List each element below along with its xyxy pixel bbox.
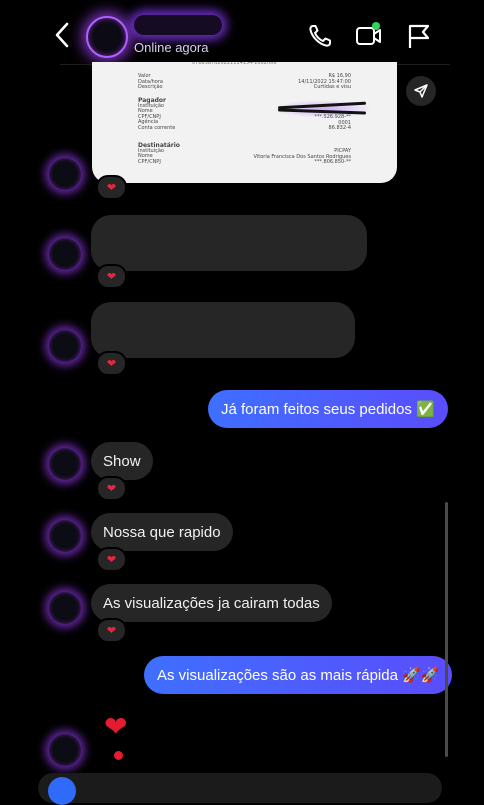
sender-avatar[interactable] bbox=[49, 734, 81, 766]
contact-name[interactable] bbox=[134, 15, 222, 35]
receipt-id: 07b83a7d20221114154-1662f6fe bbox=[192, 62, 277, 66]
chat-header: Online agora bbox=[0, 0, 484, 64]
media-message[interactable] bbox=[91, 302, 355, 358]
heart-reaction[interactable]: ❤ bbox=[96, 351, 127, 376]
heart-reaction[interactable]: ❤ bbox=[96, 618, 127, 643]
incoming-message[interactable]: As visualizações ja cairam todas bbox=[91, 584, 332, 622]
sender-avatar[interactable] bbox=[49, 238, 81, 270]
message-input[interactable] bbox=[38, 773, 442, 803]
outgoing-message[interactable]: Já foram feitos seus pedidos ✅ bbox=[208, 390, 448, 428]
scrollbar[interactable] bbox=[445, 502, 448, 757]
receipt-value: 86.832-4 bbox=[328, 125, 351, 132]
receipt-label: Descrição bbox=[138, 84, 163, 91]
share-button[interactable] bbox=[406, 76, 436, 106]
send-icon bbox=[414, 84, 428, 98]
online-status: Online agora bbox=[134, 40, 209, 55]
active-indicator bbox=[372, 22, 380, 30]
outgoing-message[interactable]: As visualizações são as mais rápida 🚀🚀 bbox=[144, 656, 453, 694]
contact-avatar[interactable] bbox=[86, 16, 128, 58]
flag-icon[interactable] bbox=[405, 22, 433, 50]
sender-avatar[interactable] bbox=[49, 330, 81, 362]
receipt-label: CPF/CNPJ bbox=[138, 158, 161, 165]
heart-reaction[interactable]: ❤ bbox=[96, 476, 127, 501]
heart-reaction[interactable]: ❤ bbox=[96, 175, 127, 200]
incoming-message[interactable]: Nossa que rapido bbox=[91, 513, 233, 551]
receipt-value: Curtidas e visu bbox=[313, 84, 351, 91]
heart-emoji-message[interactable]: ❤ bbox=[104, 712, 127, 742]
heart-reaction[interactable]: ❤ bbox=[96, 547, 127, 572]
sender-avatar[interactable] bbox=[49, 520, 81, 552]
media-message[interactable] bbox=[91, 215, 367, 271]
receipt-value: ***.806.850-** bbox=[314, 159, 351, 166]
heart-reaction-dot bbox=[114, 751, 123, 760]
payment-receipt-image[interactable]: 07b83a7d20221114154-1662f6fe Valor Data/… bbox=[92, 62, 397, 183]
heart-reaction[interactable]: ❤ bbox=[96, 264, 127, 289]
sender-avatar[interactable] bbox=[49, 592, 81, 624]
redaction-scribble bbox=[272, 100, 372, 118]
receipt-label: Conta corrente bbox=[138, 124, 176, 131]
incoming-message[interactable]: Show bbox=[91, 442, 153, 480]
phone-icon[interactable] bbox=[306, 22, 334, 50]
camera-button[interactable] bbox=[48, 777, 76, 805]
sender-avatar[interactable] bbox=[49, 158, 81, 190]
back-icon[interactable] bbox=[50, 20, 76, 50]
sender-avatar[interactable] bbox=[49, 448, 81, 480]
